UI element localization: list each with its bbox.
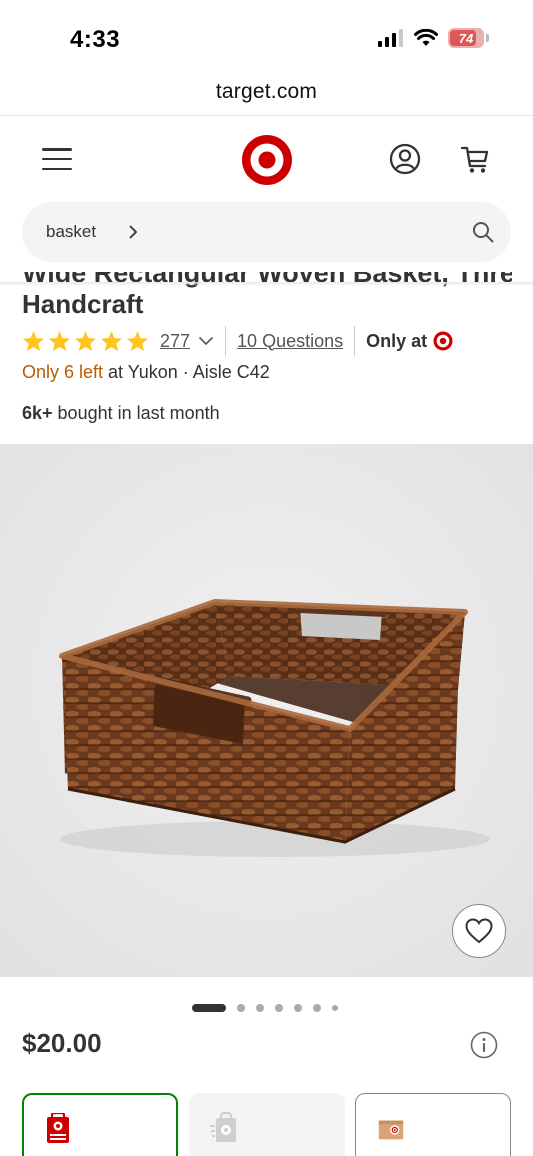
favorite-button[interactable]: [452, 904, 506, 958]
header-shadow: [0, 282, 533, 286]
site-header: [0, 116, 533, 204]
low-stock-warning: Only 6 left: [22, 362, 104, 382]
cart-icon[interactable]: [458, 142, 492, 176]
shipping-box-icon: [378, 1120, 404, 1140]
pagination-dot[interactable]: [275, 1004, 283, 1012]
search-icon[interactable]: [471, 220, 495, 244]
purchase-count: 6k+ bought in last month: [22, 403, 220, 424]
status-bar: 4:33 74: [0, 0, 533, 72]
pagination-dot[interactable]: [256, 1004, 264, 1012]
product-image-carousel[interactable]: [0, 444, 533, 977]
battery-level: 74: [458, 30, 474, 46]
search-bar[interactable]: basket: [22, 202, 511, 262]
target-logo-icon[interactable]: [241, 134, 293, 186]
battery-cap: [486, 34, 489, 42]
target-bullseye-icon: [433, 331, 453, 351]
chevron-right-icon: [129, 225, 138, 239]
star-rating[interactable]: [22, 330, 149, 352]
hamburger-menu-icon[interactable]: [40, 144, 74, 174]
wifi-icon: [414, 29, 438, 46]
store-location: at Yukon · Aisle C42: [103, 362, 270, 382]
store-pickup-icon: [47, 1113, 69, 1143]
account-icon[interactable]: [388, 142, 422, 176]
info-icon[interactable]: [470, 1031, 498, 1059]
product-title: Handcraft: [22, 289, 144, 319]
fulfillment-option-delivery[interactable]: [189, 1093, 345, 1156]
star-icon: [48, 330, 71, 352]
search-query: basket: [46, 222, 97, 241]
product-price: $20.00: [22, 1028, 102, 1058]
star-icon: [74, 330, 97, 352]
pagination-dot[interactable]: [332, 1005, 338, 1011]
divider: [225, 326, 227, 356]
pagination-dot[interactable]: [237, 1004, 245, 1012]
pagination-dot-active[interactable]: [192, 1004, 226, 1012]
browser-url-bar[interactable]: target.com: [0, 72, 533, 116]
bought-text: bought in last month: [52, 403, 220, 423]
rating-row: 277 10 Questions Only at: [22, 326, 453, 356]
battery-indicator: 74: [448, 28, 484, 48]
product-image-basket: [0, 444, 533, 977]
divider: [354, 326, 356, 356]
heart-icon: [465, 918, 493, 944]
image-pagination-dots[interactable]: [192, 1003, 338, 1013]
status-icons: 74: [378, 28, 489, 48]
pagination-dot[interactable]: [313, 1004, 321, 1012]
only-at-target-badge: Only at: [366, 331, 453, 352]
cellular-signal-icon: [378, 29, 403, 47]
star-icon: [126, 330, 149, 352]
bought-count: 6k+: [22, 403, 53, 423]
status-time: 4:33: [70, 26, 121, 53]
same-day-delivery-icon: [210, 1112, 236, 1142]
star-icon: [100, 330, 123, 352]
only-at-label: Only at: [366, 330, 428, 351]
url-text: target.com: [215, 80, 318, 103]
fulfillment-option-shipping[interactable]: [355, 1093, 511, 1156]
fulfillment-option-pickup[interactable]: [22, 1093, 178, 1156]
chevron-down-icon[interactable]: [198, 336, 214, 346]
stock-availability: Only 6 left at Yukon · Aisle C42: [22, 362, 270, 383]
pagination-dot[interactable]: [294, 1004, 302, 1012]
review-count-link[interactable]: 277: [160, 331, 190, 352]
star-icon: [22, 330, 45, 352]
questions-link[interactable]: 10 Questions: [237, 331, 343, 352]
